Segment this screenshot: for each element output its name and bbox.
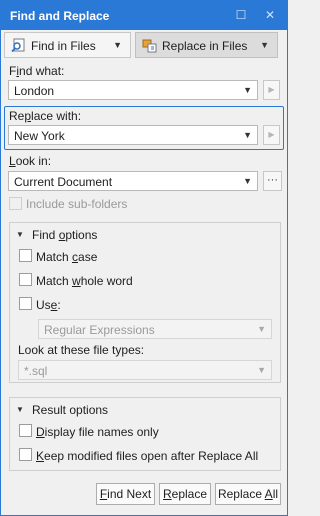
- title-bar[interactable]: Find and Replace ☐ ✕: [1, 1, 287, 30]
- result-options-header[interactable]: Result options: [32, 403, 108, 417]
- replace-button[interactable]: Replace: [159, 483, 211, 505]
- use-type-value: Regular Expressions: [44, 323, 155, 337]
- display-file-names-checkbox[interactable]: [19, 424, 32, 437]
- replace-with-expression-button[interactable]: ▶: [263, 125, 280, 145]
- tab-replace-in-files-label: Replace in Files: [162, 39, 248, 53]
- include-subfolders-checkbox[interactable]: [9, 197, 22, 210]
- collapse-arrow-icon[interactable]: ▼: [16, 405, 24, 414]
- replace-with-combo[interactable]: New York ▼: [8, 125, 258, 145]
- match-whole-word-label: Match whole word: [36, 274, 133, 288]
- keep-files-open-label: Keep modified files open after Replace A…: [36, 449, 259, 463]
- replace-with-value: New York: [14, 129, 65, 143]
- window-title: Find and Replace: [10, 9, 110, 23]
- replace-in-files-icon: [142, 39, 157, 53]
- find-what-expression-button[interactable]: ▶: [263, 80, 280, 100]
- mode-tabs: Find in Files ▼ Replace in Files ▼: [1, 31, 287, 60]
- find-next-button[interactable]: Find Next: [96, 483, 155, 505]
- arrow-right-icon: ▶: [268, 85, 275, 94]
- chevron-down-icon[interactable]: ▼: [243, 130, 252, 140]
- find-what-label: Find what:: [9, 64, 65, 78]
- use-label: Use:: [36, 298, 61, 312]
- replace-all-button[interactable]: Replace All: [215, 483, 281, 505]
- match-case-checkbox[interactable]: [19, 249, 32, 262]
- tab-find-in-files[interactable]: Find in Files ▼: [4, 32, 131, 58]
- match-whole-word-checkbox[interactable]: [19, 273, 32, 286]
- chevron-down-icon[interactable]: ▼: [243, 85, 252, 95]
- chevron-down-icon[interactable]: ▼: [113, 40, 122, 50]
- chevron-down-icon[interactable]: ▼: [260, 40, 269, 50]
- collapse-arrow-icon[interactable]: ▼: [16, 230, 24, 239]
- use-checkbox[interactable]: [19, 297, 32, 310]
- close-icon[interactable]: ✕: [262, 7, 278, 23]
- match-case-label: Match case: [36, 250, 98, 264]
- browse-button[interactable]: ···: [263, 171, 282, 191]
- find-what-value: London: [14, 84, 55, 98]
- find-what-combo[interactable]: London ▼: [8, 80, 258, 100]
- file-types-label: Look at these file types:: [18, 343, 145, 357]
- find-replace-window: Find and Replace ☐ ✕ Find in Files ▼ Rep…: [0, 0, 288, 516]
- tab-replace-in-files[interactable]: Replace in Files ▼: [135, 32, 278, 58]
- chevron-down-icon[interactable]: ▼: [243, 176, 252, 186]
- look-in-combo[interactable]: Current Document ▼: [8, 171, 258, 191]
- file-types-combo[interactable]: *.sql ▼: [18, 360, 272, 380]
- use-type-combo[interactable]: Regular Expressions ▼: [38, 319, 272, 339]
- chevron-down-icon[interactable]: ▼: [257, 365, 266, 375]
- keep-files-open-checkbox[interactable]: [19, 448, 32, 461]
- arrow-right-icon: ▶: [268, 130, 275, 139]
- find-options-header[interactable]: Find options: [32, 228, 97, 242]
- tab-find-in-files-label: Find in Files: [31, 39, 96, 53]
- restore-icon[interactable]: ☐: [233, 7, 249, 23]
- display-file-names-label: Display file names only: [36, 425, 159, 439]
- look-in-value: Current Document: [14, 175, 113, 189]
- include-subfolders-label: Include sub-folders: [26, 197, 128, 211]
- look-in-label: Look in:: [9, 154, 52, 168]
- file-types-value: *.sql: [24, 364, 48, 378]
- find-in-files-icon: [11, 38, 25, 53]
- chevron-down-icon[interactable]: ▼: [257, 324, 266, 334]
- replace-with-label: Replace with:: [9, 109, 82, 123]
